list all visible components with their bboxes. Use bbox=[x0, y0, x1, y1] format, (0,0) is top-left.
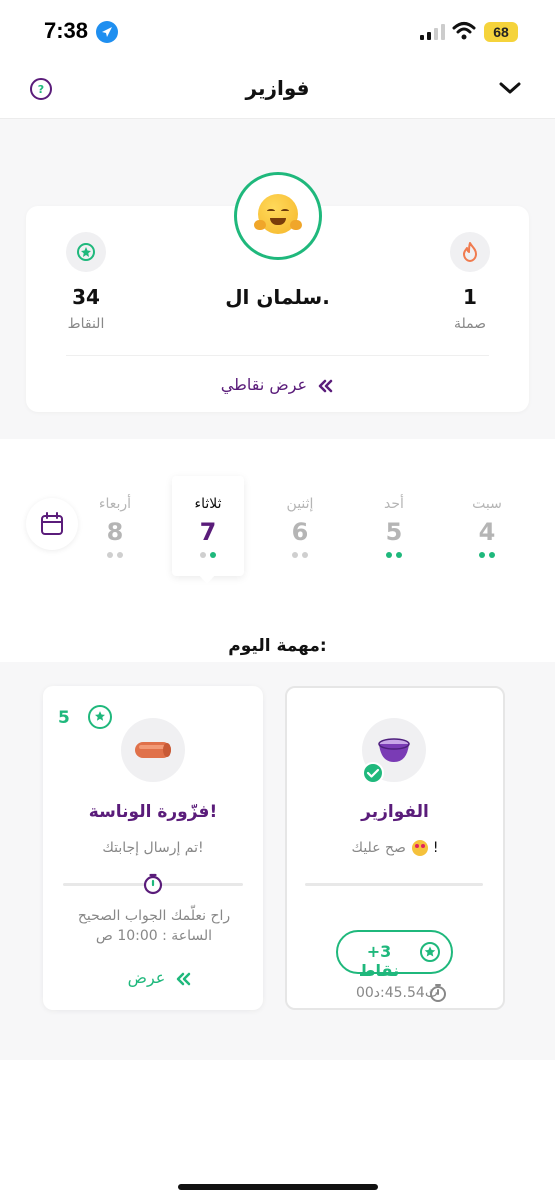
day-name: سبت bbox=[472, 496, 502, 512]
view-points-label: عرض نقاطي bbox=[220, 375, 308, 394]
stopwatch-icon bbox=[430, 984, 446, 1002]
answer-reveal-line2: الساعة : 10:00 ص bbox=[95, 928, 213, 944]
view-button-label: عرض bbox=[127, 968, 166, 987]
wifi-icon bbox=[452, 22, 476, 40]
sweet-bar-icon bbox=[135, 742, 171, 758]
calendar-button[interactable] bbox=[26, 498, 78, 550]
calendar-icon bbox=[41, 512, 63, 535]
points-label: النقاط bbox=[67, 316, 105, 332]
points-star-icon bbox=[420, 942, 440, 962]
day-number: 5 bbox=[385, 518, 403, 546]
day-sunday[interactable]: أحد 5 bbox=[359, 496, 429, 558]
day-monday[interactable]: إثنين 6 bbox=[265, 496, 335, 558]
fawazir-timer: ث45.54:د00 bbox=[355, 985, 438, 1001]
heart-eyes-emoji-icon bbox=[412, 840, 429, 856]
nasa-icon-background bbox=[121, 718, 185, 782]
day-number: 7 bbox=[199, 518, 217, 546]
hugging-face-icon bbox=[254, 194, 302, 234]
checkmark-badge-icon bbox=[362, 762, 384, 784]
today-task-title: مهمة اليوم: bbox=[228, 636, 327, 656]
day-number: 4 bbox=[478, 518, 496, 546]
status-time: 7:38 bbox=[44, 18, 89, 43]
answer-reveal-line1: راح نعلّمك الجواب الصحيح bbox=[77, 908, 231, 924]
day-name: أحد bbox=[384, 496, 404, 512]
double-chevron-left-icon bbox=[318, 379, 333, 392]
page-title: فوازير bbox=[245, 76, 310, 100]
day-tuesday[interactable]: ثلاثاء 7 bbox=[173, 496, 243, 558]
battery-indicator: 68 bbox=[484, 22, 518, 42]
view-button[interactable]: عرض bbox=[110, 968, 210, 987]
nasa-riddle-title: فزّورة الوناسة! bbox=[88, 802, 218, 822]
points-star-icon bbox=[66, 232, 106, 272]
cellular-signal-icon bbox=[420, 24, 445, 40]
points-earned-label: +3 نقاط bbox=[358, 942, 400, 980]
fawazir-subtitle-row: صح عليك ! bbox=[351, 840, 439, 856]
flame-icon bbox=[450, 232, 490, 272]
answer-reveal-info: راح نعلّمك الجواب الصحيح الساعة : 10:00 … bbox=[64, 906, 244, 946]
day-name: أربعاء bbox=[98, 496, 132, 512]
reward-star-icon bbox=[88, 705, 112, 729]
reward-points-value: 5 bbox=[58, 708, 70, 728]
fawazir-subtitle: صح عليك bbox=[351, 840, 406, 856]
fawazir-title: الفوازير bbox=[361, 802, 429, 822]
chevron-down-icon[interactable] bbox=[496, 76, 524, 100]
day-name: ثلاثاء bbox=[194, 496, 222, 512]
day-number: 8 bbox=[106, 518, 124, 546]
fawazir-progress-line bbox=[305, 883, 483, 886]
day-saturday[interactable]: سبت 4 bbox=[452, 496, 522, 558]
points-value: 34 bbox=[72, 285, 100, 309]
view-points-link[interactable]: عرض نقاطي bbox=[200, 375, 355, 394]
streak-label: صملة bbox=[453, 316, 487, 332]
streak-value: 1 bbox=[463, 285, 477, 309]
home-indicator[interactable] bbox=[178, 1184, 378, 1190]
nasa-riddle-subtitle: تم إرسال إجابتك! bbox=[102, 840, 204, 856]
profile-divider bbox=[66, 355, 489, 356]
location-arrow-icon bbox=[96, 21, 118, 43]
user-name: سلمان ال. bbox=[225, 285, 330, 309]
timer-icon bbox=[143, 873, 163, 895]
double-chevron-left-icon bbox=[177, 972, 191, 985]
day-number: 6 bbox=[291, 518, 309, 546]
day-name: إثنين bbox=[286, 496, 314, 512]
day-wednesday[interactable]: أربعاء 8 bbox=[80, 496, 150, 558]
day-active-pointer bbox=[198, 574, 216, 584]
